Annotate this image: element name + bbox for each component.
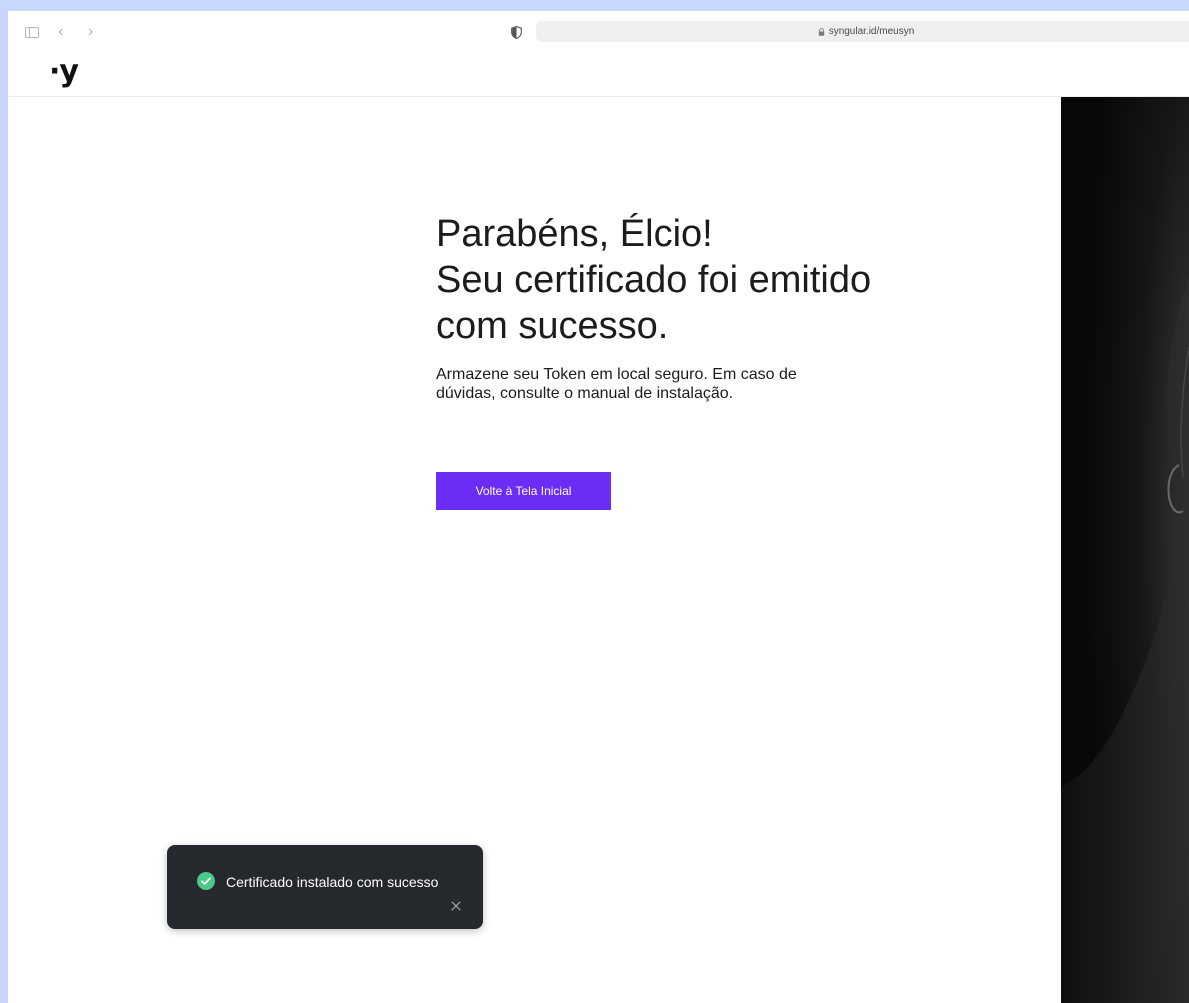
shield-icon[interactable] [511, 26, 522, 39]
url-text: syngular.id/meusyn [828, 26, 915, 37]
chevron-right-icon: › [88, 23, 94, 40]
browser-toolbar: ‹ › syngular.id/meusyn [8, 11, 1189, 53]
page-title: Parabéns, Élcio! Seu certificado foi emi… [436, 211, 996, 349]
sidebar-toggle-icon[interactable] [25, 27, 39, 38]
headline-line-1: Parabéns, Élcio! [436, 213, 713, 255]
back-button[interactable]: ‹ [58, 23, 63, 41]
headline-line-2: Seu certificado foi emitido [436, 259, 872, 301]
success-toast: Certificado instalado com sucesso [167, 845, 483, 929]
chevron-left-icon: ‹ [58, 23, 64, 40]
site-header: ·y [8, 53, 1189, 97]
back-to-home-button[interactable]: Volte à Tela Inicial [436, 472, 611, 510]
portrait-photo [1061, 97, 1189, 1003]
close-icon[interactable] [449, 899, 463, 913]
address-bar[interactable]: syngular.id/meusyn [536, 21, 1189, 42]
lock-icon [818, 27, 824, 36]
browser-window: ‹ › syngular.id/meusyn ·y Parabéns, Élci… [8, 11, 1189, 1003]
instructions-text: Armazene seu Token em local seguro. Em c… [436, 366, 797, 402]
check-circle-icon [197, 872, 215, 890]
logo[interactable]: ·y [49, 53, 79, 91]
forward-button[interactable]: › [88, 23, 93, 41]
toast-message: Certificado instalado com sucesso [226, 874, 439, 890]
hero-image [1061, 97, 1189, 1003]
headline-line-3: com sucesso. [436, 305, 669, 347]
